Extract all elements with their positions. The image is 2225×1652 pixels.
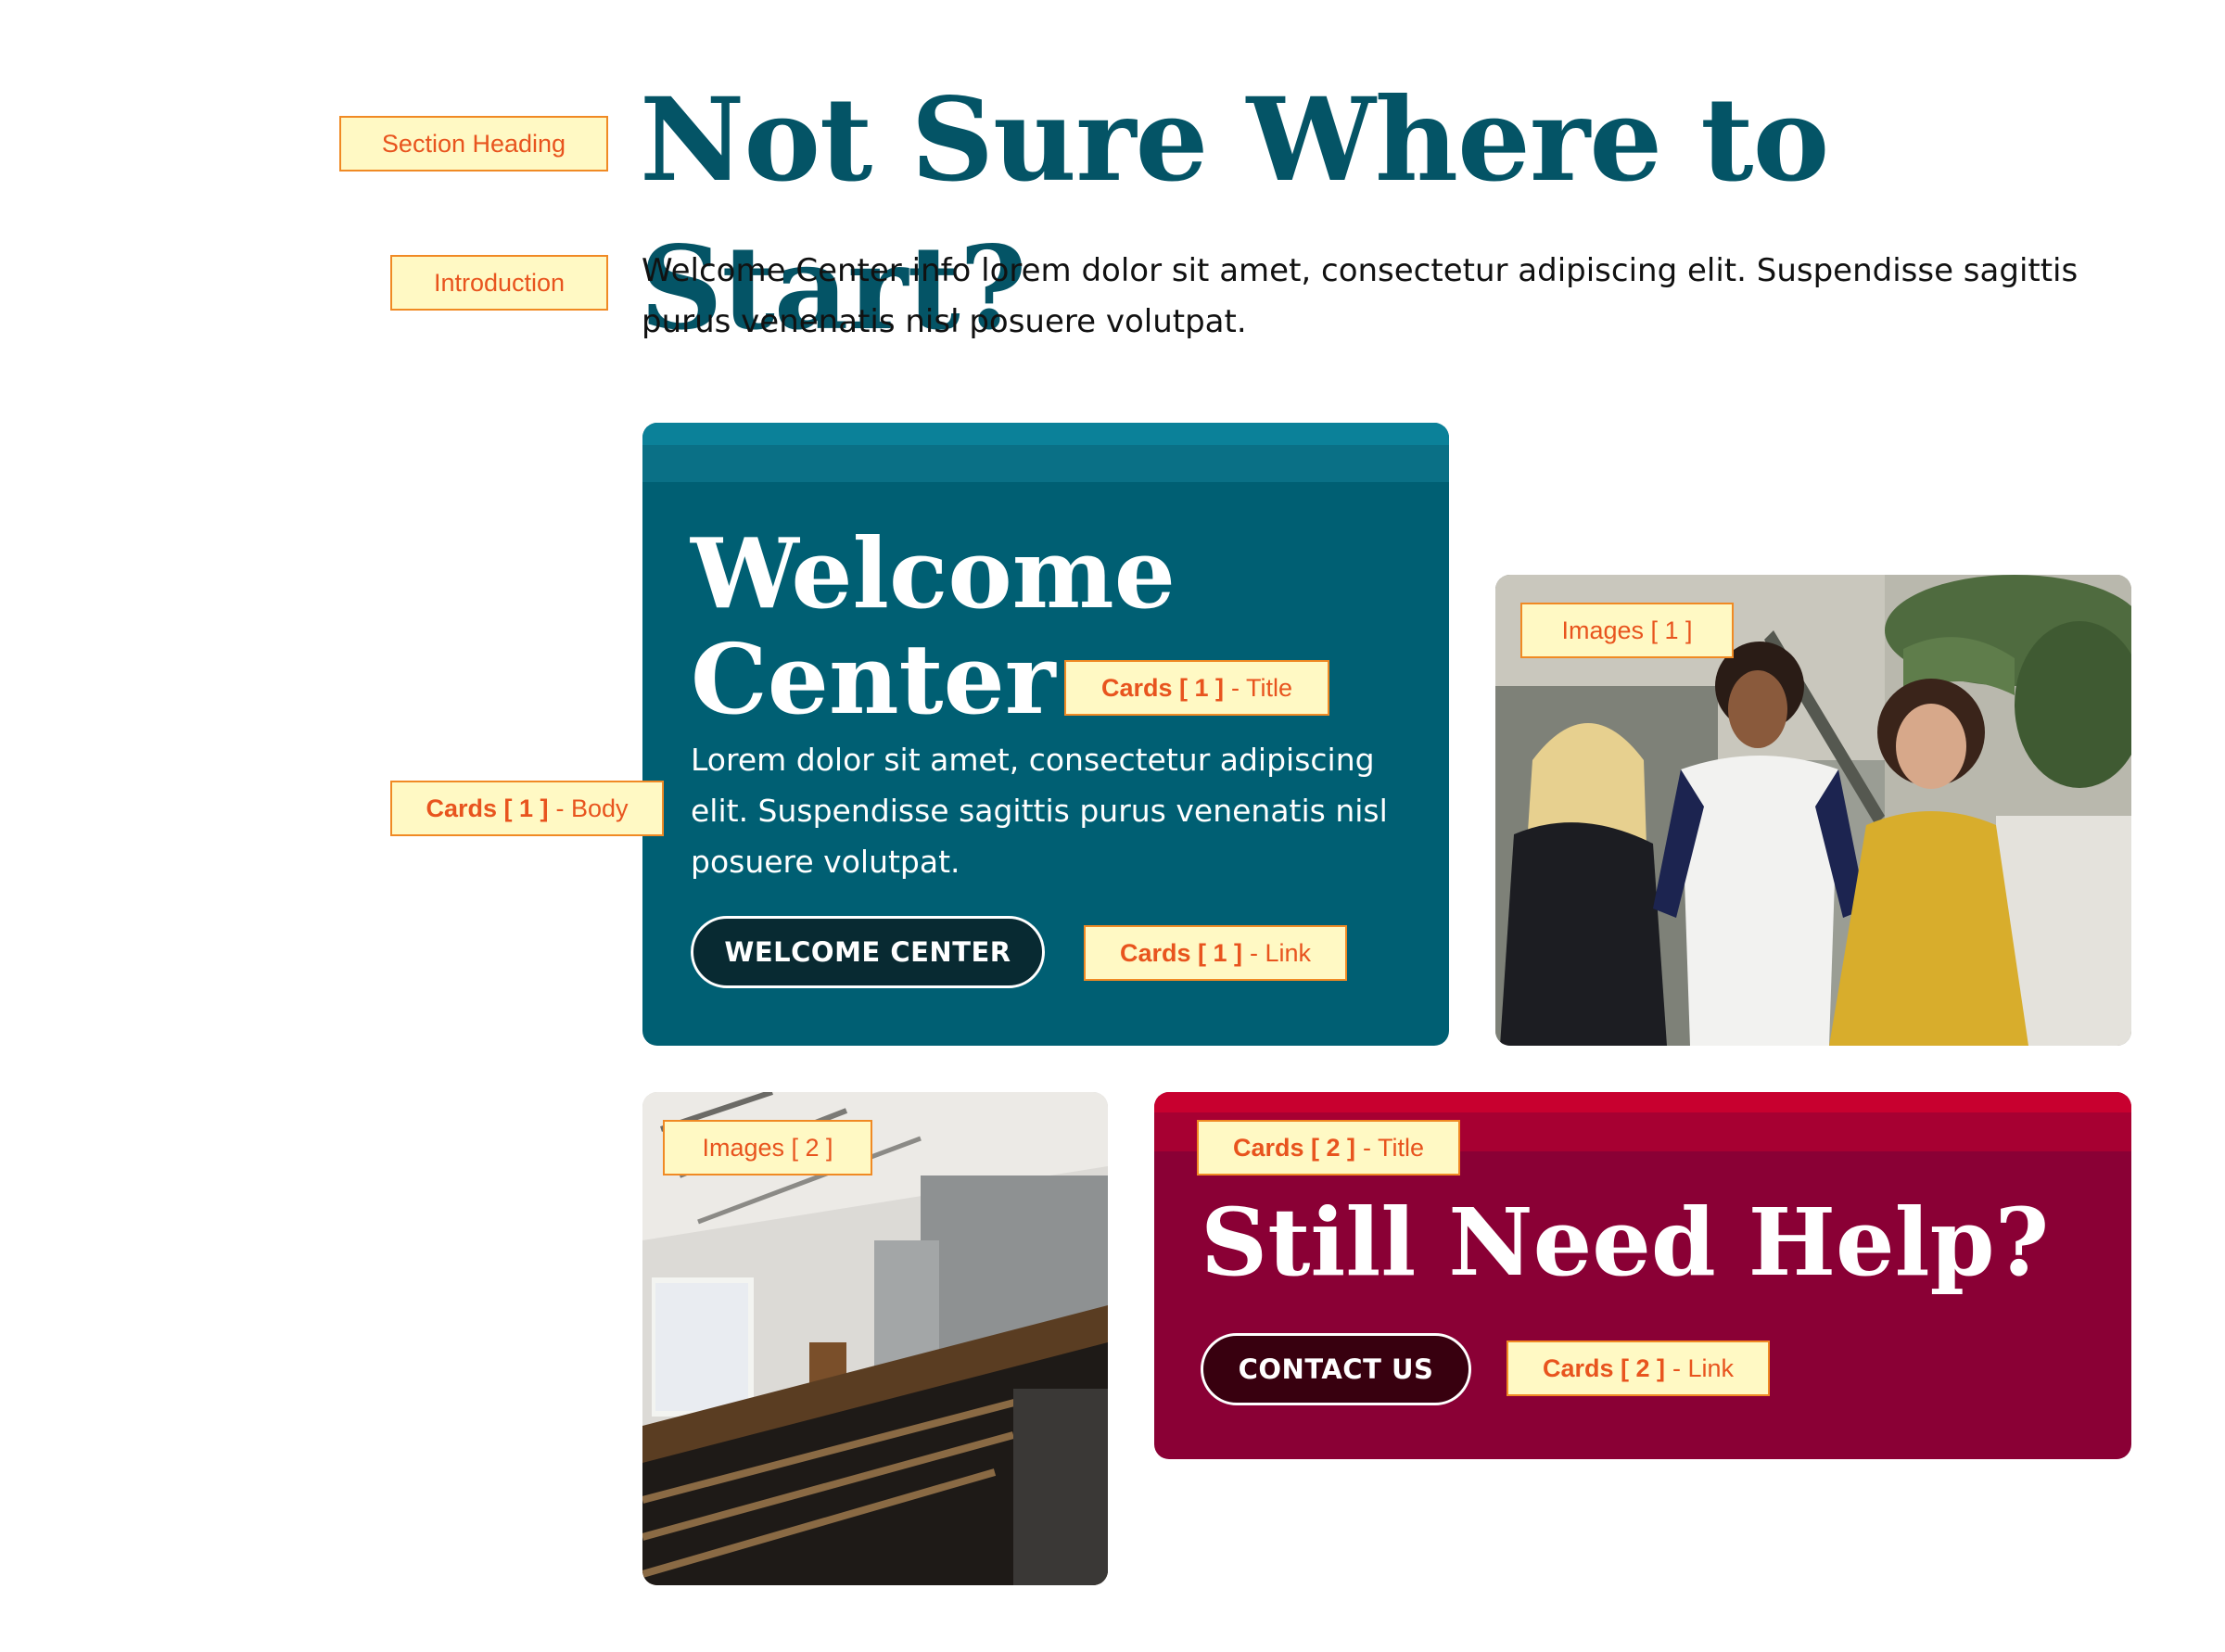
annotation-number: Cards [ 1 ]	[426, 794, 549, 822]
annotation-card1-title: Cards [ 1 ] - Title	[1064, 660, 1329, 716]
contact-us-button[interactable]: CONTACT US	[1201, 1333, 1471, 1405]
annotation-introduction: Introduction	[390, 255, 608, 311]
annotation-text: Images [ 2 ]	[702, 1133, 833, 1162]
annotation-image2: Images [ 2 ]	[663, 1120, 872, 1175]
annotation-card1-link: Cards [ 1 ] - Link	[1084, 925, 1347, 981]
annotation-card2-link: Cards [ 2 ] - Link	[1507, 1341, 1770, 1396]
annotation-number: Cards [ 1 ]	[1100, 673, 1225, 702]
card-body: Lorem dolor sit amet, consectetur adipis…	[691, 742, 1388, 880]
annotation-card2-title: Cards [ 2 ] - Title	[1197, 1120, 1460, 1175]
card-top-band	[642, 423, 1449, 445]
annotation-text: - Body	[555, 794, 629, 822]
annotation-text: - Link	[1250, 938, 1312, 967]
annotation-text: - Title	[1231, 673, 1293, 702]
annotation-section-heading: Section Heading	[339, 116, 608, 172]
card-title: Still Need Help?	[1201, 1188, 2050, 1297]
annotation-card1-body: Cards [ 1 ] - Body	[390, 781, 664, 836]
annotation-text: Section Heading	[381, 129, 566, 158]
annotation-number: Cards [ 2 ]	[1232, 1133, 1356, 1162]
introduction-text: Welcome Center info lorem dolor sit amet…	[642, 252, 2079, 340]
annotation-text: - Link	[1672, 1353, 1735, 1382]
card-top-band-secondary	[642, 445, 1449, 482]
annotation-number: Cards [ 2 ]	[1542, 1353, 1665, 1382]
welcome-center-button[interactable]: WELCOME CENTER	[691, 916, 1045, 988]
annotation-text: - Title	[1363, 1133, 1425, 1162]
annotation-image1: Images [ 1 ]	[1520, 603, 1734, 658]
card-top-band	[1154, 1092, 2131, 1112]
annotation-text: Introduction	[433, 268, 566, 297]
annotation-number: Cards [ 1 ]	[1119, 938, 1242, 967]
annotation-text: Images [ 1 ]	[1561, 616, 1693, 644]
